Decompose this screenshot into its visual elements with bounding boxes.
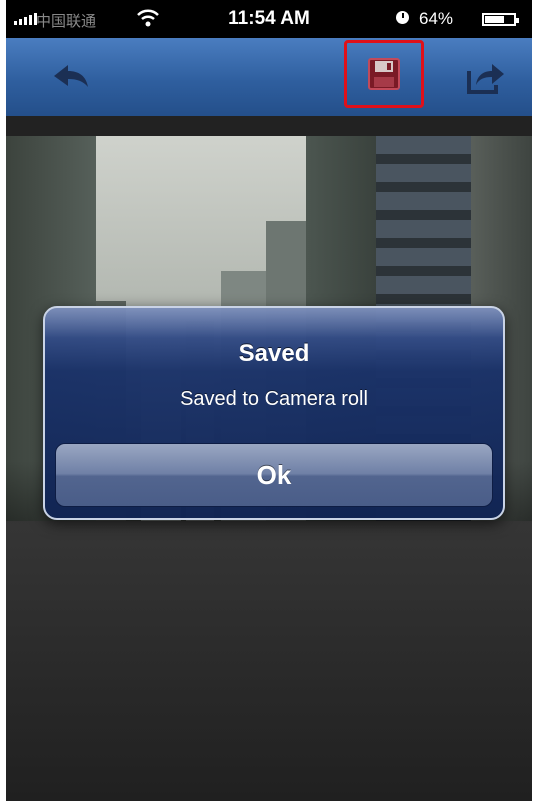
ok-button[interactable]: Ok	[55, 443, 493, 507]
battery-percent: 64%	[419, 9, 454, 28]
status-bar: 中国联通 11:54 AM 64%	[6, 0, 532, 38]
dialog-title: Saved	[238, 340, 310, 367]
back-arrow-icon	[54, 65, 88, 87]
alarm-icon	[396, 11, 409, 24]
share-icon	[467, 64, 504, 94]
status-time: 11:54 AM	[228, 8, 310, 29]
top-toolbar	[6, 38, 532, 117]
dialog-message: Saved to Camera roll	[180, 388, 368, 410]
phone-screen: 中国联通 11:54 AM 64% Saved Saved to Camera …	[6, 0, 532, 801]
back-button[interactable]	[36, 38, 106, 116]
battery-icon	[482, 13, 519, 26]
floppy-disk-icon	[368, 58, 400, 90]
share-button[interactable]	[454, 38, 518, 116]
saved-alert-dialog: Saved Saved to Camera roll Ok	[43, 306, 505, 520]
save-button[interactable]	[344, 40, 424, 108]
